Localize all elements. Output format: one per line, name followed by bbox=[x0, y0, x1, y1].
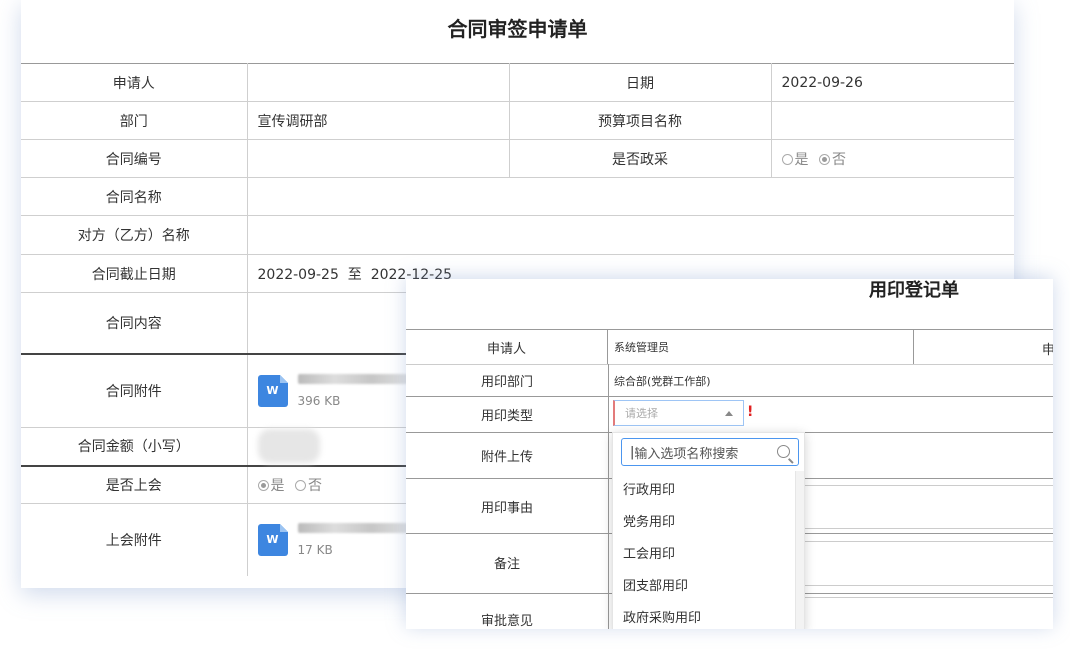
remark-field-top bbox=[805, 541, 1053, 542]
approval-field-top bbox=[805, 597, 1053, 598]
row-contract-name: 合同名称 bbox=[21, 177, 1014, 216]
seal-label-column-divider bbox=[608, 364, 609, 629]
attachment-size: 396 KB bbox=[297, 393, 341, 408]
amount-label: 合同金额（小写） bbox=[21, 427, 248, 466]
gov-purchase-yes-radio[interactable] bbox=[781, 153, 793, 165]
gov-purchase-yes-label: 是 bbox=[794, 151, 809, 168]
word-file-icon: W bbox=[257, 374, 288, 407]
row-contract-no: 合同编号 是否政采 是 否 bbox=[21, 139, 1014, 178]
budget-field[interactable] bbox=[771, 101, 1014, 140]
seal-applicant-divider bbox=[913, 330, 914, 364]
seal-applicant-label: 申请人 bbox=[406, 330, 608, 364]
dept-label: 部门 bbox=[21, 101, 248, 140]
word-file-icon: W bbox=[257, 523, 288, 556]
required-warning-icon: ! bbox=[747, 404, 754, 420]
meeting-label: 是否上会 bbox=[21, 464, 248, 504]
meeting-yes-radio[interactable] bbox=[257, 479, 269, 491]
seal-row-dept: 用印部门 综合部(党群工作部) bbox=[406, 364, 1053, 396]
attachment-meta: 396 KB bbox=[297, 373, 408, 408]
seal-dept-label: 用印部门 bbox=[480, 375, 533, 390]
reason-field-bottom bbox=[805, 528, 1053, 529]
dropdown-option-gov-purchase-seal[interactable]: 政府采购用印 bbox=[623, 607, 701, 626]
dropdown-option-union-seal[interactable]: 工会用印 bbox=[623, 543, 675, 562]
seal-applicant-extra: 申 bbox=[1042, 343, 1053, 358]
dept-field[interactable]: 宣传调研部 bbox=[247, 101, 510, 140]
gov-purchase-radio-group: 是 否 bbox=[771, 139, 1014, 178]
approval-label: 审批意见 bbox=[480, 614, 533, 629]
seal-row-applicant: 申请人 系统管理员 申 bbox=[406, 329, 1053, 364]
applicant-field[interactable] bbox=[247, 63, 510, 102]
content-label: 合同内容 bbox=[21, 292, 248, 354]
dropdown-option-league-seal[interactable]: 团支部用印 bbox=[623, 575, 688, 594]
gov-purchase-no-radio[interactable] bbox=[818, 153, 830, 165]
meeting-attachment-size: 17 KB bbox=[297, 542, 333, 557]
remark-label: 备注 bbox=[493, 557, 520, 572]
attachment-name-redacted bbox=[297, 373, 408, 384]
seal-dept-value: 综合部(党群工作部) bbox=[614, 374, 711, 388]
caret-up-icon bbox=[725, 411, 733, 416]
reason-field-top bbox=[805, 485, 1053, 486]
seal-type-select[interactable]: 请选择 bbox=[613, 400, 744, 426]
amount-redacted bbox=[257, 429, 320, 464]
contract-no-label: 合同编号 bbox=[21, 139, 248, 178]
remark-field-bottom bbox=[805, 585, 1053, 586]
counterparty-label: 对方（乙方）名称 bbox=[21, 215, 248, 255]
meeting-attachment-label: 上会附件 bbox=[21, 503, 248, 576]
contract-form-title: 合同审签申请单 bbox=[447, 17, 588, 41]
deadline-label: 合同截止日期 bbox=[21, 254, 248, 293]
upload-label: 附件上传 bbox=[480, 450, 533, 465]
seal-type-dropdown: | 输入选项名称搜索 行政用印 党务用印 工会用印 团支部用印 政府采购用印 bbox=[612, 432, 805, 629]
meeting-attachment-name-redacted bbox=[297, 522, 408, 533]
seal-type-placeholder: 请选择 bbox=[625, 407, 658, 420]
row-dept: 部门 宣传调研部 预算项目名称 bbox=[21, 101, 1014, 140]
dropdown-option-party-seal[interactable]: 党务用印 bbox=[623, 511, 675, 530]
search-icon[interactable] bbox=[777, 445, 790, 458]
counterparty-field[interactable] bbox=[247, 215, 1014, 255]
reason-label: 用印事由 bbox=[480, 500, 533, 516]
applicant-label: 申请人 bbox=[21, 63, 248, 102]
gov-purchase-no-label: 否 bbox=[831, 151, 846, 168]
word-file-letter: W bbox=[266, 533, 279, 547]
contract-name-field[interactable] bbox=[247, 177, 1014, 216]
meeting-no-label: 否 bbox=[307, 477, 322, 494]
date-label: 日期 bbox=[509, 63, 772, 102]
seal-form-title: 用印登记单 bbox=[869, 280, 959, 301]
dropdown-search-placeholder: 输入选项名称搜索 bbox=[634, 446, 739, 462]
row-applicant: 申请人 日期 2022-09-26 bbox=[21, 63, 1014, 102]
gov-purchase-label: 是否政采 bbox=[509, 139, 772, 178]
seal-registration-form: 用印登记单 申请人 系统管理员 申 用印部门 综合部(党群工作部) 用印类型 请… bbox=[406, 279, 1053, 629]
contract-no-field[interactable] bbox=[247, 139, 510, 178]
dropdown-option-admin-seal[interactable]: 行政用印 bbox=[623, 479, 675, 498]
deadline-to-text: 至 bbox=[347, 266, 362, 283]
seal-form-title-area: 用印登记单 bbox=[406, 279, 1053, 329]
attachment-label: 合同附件 bbox=[21, 352, 248, 428]
contract-name-label: 合同名称 bbox=[21, 177, 248, 216]
budget-label: 预算项目名称 bbox=[509, 101, 772, 140]
word-file-letter: W bbox=[266, 384, 279, 398]
seal-type-label: 用印类型 bbox=[480, 409, 533, 424]
dropdown-scrollbar[interactable] bbox=[795, 471, 804, 629]
date-field[interactable]: 2022-09-26 bbox=[771, 63, 1014, 102]
seal-applicant-value: 系统管理员 bbox=[614, 341, 669, 354]
meeting-attachment-meta: 17 KB bbox=[297, 522, 408, 557]
meeting-no-radio[interactable] bbox=[294, 479, 306, 491]
row-counterparty: 对方（乙方）名称 bbox=[21, 215, 1014, 255]
meeting-yes-label: 是 bbox=[270, 477, 285, 494]
dropdown-search-input[interactable]: | 输入选项名称搜索 bbox=[621, 438, 799, 466]
deadline-start-field[interactable]: 2022-09-25 bbox=[258, 267, 339, 283]
